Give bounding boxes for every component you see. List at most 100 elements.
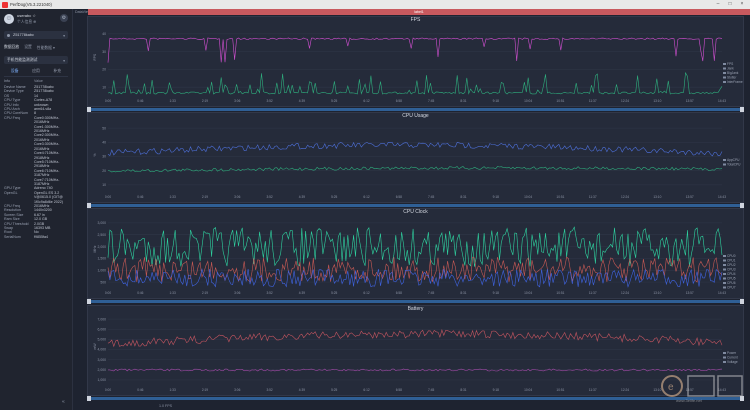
app-name: 手机性能监测测试 [7,57,38,62]
minimize-button[interactable]: – [712,0,724,9]
series-line [107,37,723,63]
x-tick-label: 4:39 [299,388,305,392]
x-tick-label: 1:33 [170,195,176,199]
x-tick-label: 9:18 [493,99,499,103]
time-range-scrollbar[interactable] [87,299,744,304]
time-range-scrollbar[interactable] [87,203,744,208]
legend-swatch [723,286,726,289]
legend-swatch [723,163,726,166]
property-row: CPU Freq Core0:300MHz-2016MHz Core1:300MH… [4,116,68,187]
property-row: SerialNum f9855fa4 [4,235,68,239]
x-tick-label: 3:06 [234,195,240,199]
legend-swatch [723,72,726,74]
app-select[interactable]: 手机性能监测测试 ▾ [4,56,68,64]
x-tick-label: 3:06 [234,291,240,295]
y-tick-label: 20 [102,169,106,173]
x-tick-label: 13:57 [686,291,694,295]
x-tick-label: 3:52 [266,388,272,392]
x-tick-label: 1:33 [170,388,176,392]
y-tick-label: 10 [102,183,106,187]
x-tick-label: 3:06 [234,388,240,392]
time-range-scrollbar[interactable] [87,396,744,401]
legend-label: BigJank [727,71,739,75]
x-tick-label: 11:37 [589,291,597,295]
time-range-scrollbar[interactable] [87,107,744,112]
x-tick-label: 13:10 [653,291,661,295]
x-tick-label: 6:58 [396,291,402,295]
data-view-label: DataView [75,10,91,14]
y-axis-label: FPS [93,53,97,60]
x-tick-label: 10:51 [556,388,564,392]
y-tick-label: 1,500 [98,257,107,261]
legend-swatch [723,264,726,266]
title-bar: PerfDog(V5.3.221040) – □ × [0,0,750,9]
series-line [107,141,723,157]
device-select[interactable]: Z51778kabc ▾ [4,31,68,39]
chart-panel[interactable]: Battery 7,000 6,000 5,000 4,000 3,000 2,000 1,0… [87,305,744,396]
chart-panel[interactable]: CPU Usage 50 40 30 20 10% 0:00 0:46 1:33 2:19 3:06… [87,112,744,203]
y-tick-label: 500 [100,280,106,284]
series-line [107,329,723,348]
x-tick-label: 10:04 [524,99,532,103]
maximize-button[interactable]: □ [724,0,736,9]
x-tick-label: 8:31 [460,195,466,199]
chart-panel[interactable]: CPU Clock 3,000 2,500 2,000 1,500 1,000 500 MHz… [87,208,744,299]
legend-label: Current [727,356,738,360]
legend-swatch [723,255,726,257]
legend-label: TotalCPU [727,163,741,167]
x-tick-label: 7:45 [428,388,434,392]
x-tick-label: 13:57 [686,99,694,103]
legend-swatch [723,76,726,79]
x-tick-label: 0:00 [105,195,111,199]
x-tick-label: 5:25 [331,291,337,295]
watermark-text: www.3elife.net [676,398,703,403]
property-value: f9855fa4 [34,234,48,239]
legend-swatch [723,273,726,275]
x-tick-label: 2:19 [202,291,208,295]
x-tick-label: 9:18 [493,291,499,295]
status-text: 1.0 FPS [159,404,172,408]
y-tick-label: 40 [102,141,106,145]
user-profile[interactable]: ☺ userabc ☆ 个人信息 ⊕ ⚙ [0,9,72,28]
collapse-sidebar-icon[interactable]: « [62,399,65,405]
x-tick-label: 8:31 [460,99,466,103]
tab-device[interactable]: 设备 [11,69,19,74]
x-tick-label: 5:25 [331,195,337,199]
chevron-down-icon: ▾ [63,33,65,38]
legend-label: AppCPU [727,158,740,162]
x-tick-label: 10:04 [524,388,532,392]
legend-label: Voltage [727,360,738,364]
y-axis-label: % [93,153,97,156]
settings-link[interactable]: 设置 [24,45,32,51]
x-tick-label: 10:51 [556,195,564,199]
settings-gear-icon[interactable]: ⚙ [60,14,68,22]
close-button[interactable]: × [736,0,748,9]
y-axis-label: mW [93,343,97,350]
label-bar[interactable]: label1 [88,9,750,15]
chart-panel[interactable]: FPS 40 30 20 10 FPS 0:00 0:46 1:33 2:19 3:06 3:52 4:… [87,16,744,107]
user-name: userabc ☆ [17,12,36,18]
x-tick-label: 6:58 [396,99,402,103]
x-tick-label: 10:04 [524,195,532,199]
legend-label: Jank [727,67,734,71]
tab-app[interactable]: 应用 [32,69,40,74]
performance-data-link[interactable]: 性能数据 ▾ [37,45,55,51]
x-tick-label: 0:00 [105,291,111,295]
y-tick-label: 3,000 [98,221,107,225]
x-tick-label: 11:37 [589,195,597,199]
window-title: PerfDog(V5.3.221040) [10,2,52,7]
data-playback-link[interactable]: 数据回放 [4,45,19,51]
tab-extra[interactable]: 补充 [54,69,62,74]
legend-swatch [723,277,726,280]
legend-label: CPU3 [727,268,736,272]
x-tick-label: 0:00 [105,388,111,392]
property-key: SerialNum [4,234,21,239]
x-tick-label: 12:24 [621,388,629,392]
avatar-icon[interactable]: ☺ [4,13,14,24]
x-tick-label: 11:37 [589,388,597,392]
x-tick-label: 3:06 [234,99,240,103]
x-tick-label: 6:12 [363,291,369,295]
user-info-link[interactable]: 个人信息 ⊕ [17,19,36,25]
y-tick-label: 6,000 [98,327,107,331]
sidebar-links: 数据回放 设置 性能数据 ▾ [0,42,72,54]
